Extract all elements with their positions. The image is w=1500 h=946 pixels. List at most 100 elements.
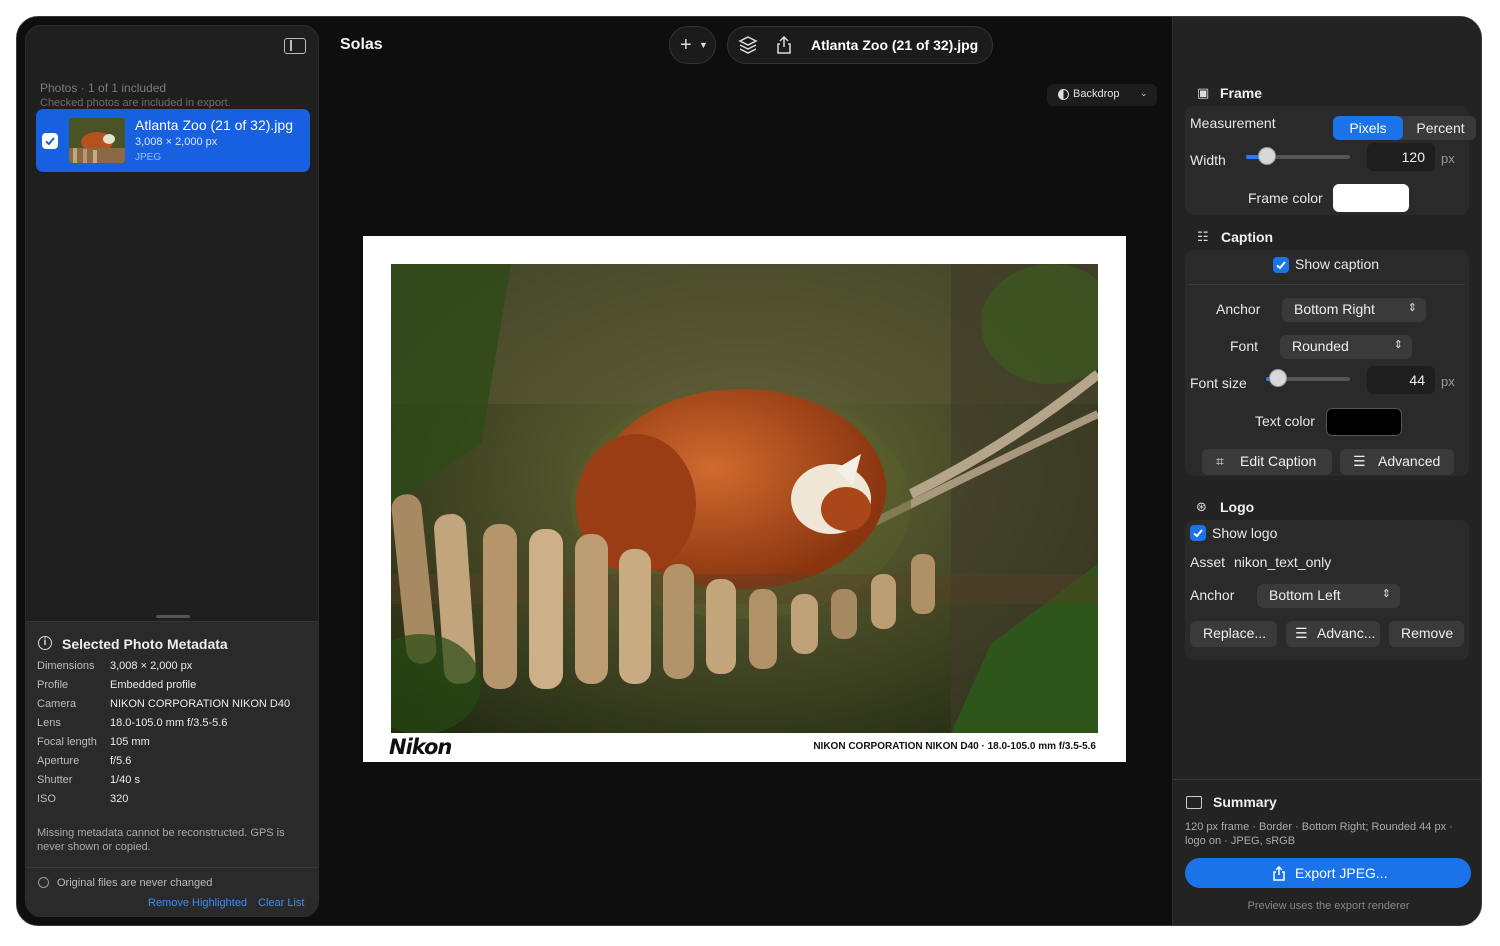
metadata-row: ISO 320 xyxy=(37,793,317,809)
frame-icon: ▣ xyxy=(1197,85,1210,100)
logo-advanced-label: Advanc... xyxy=(1317,625,1376,641)
photo-name: Atlanta Zoo (21 of 32).jpg xyxy=(135,117,293,133)
caption-section: Show caption Anchor Bottom Right ⇕ Font … xyxy=(1185,250,1469,476)
width-unit: px xyxy=(1441,151,1455,166)
summary-text: 120 px frame · Border · Bottom Right; Ro… xyxy=(1185,821,1453,847)
plus-icon: + xyxy=(680,34,692,56)
caption-advanced-button[interactable]: ☰ Advanced xyxy=(1340,449,1454,475)
logo-icon: ⊛ xyxy=(1196,499,1207,514)
metadata-value: 18.0-105.0 mm f/3.5-5.6 xyxy=(110,717,228,729)
metadata-value: f/5.6 xyxy=(110,755,132,767)
caption-anchor-popup[interactable]: Bottom Right ⇕ xyxy=(1282,298,1426,322)
caption-title: Caption xyxy=(1221,229,1274,245)
show-logo-checkbox[interactable] xyxy=(1190,525,1206,541)
font-size-slider[interactable] xyxy=(1266,369,1350,387)
logo-anchor-label: Anchor xyxy=(1190,587,1235,603)
measurement-pixels-option[interactable]: Pixels xyxy=(1333,116,1403,140)
edit-caption-button[interactable]: ⌗ Edit Caption xyxy=(1202,449,1332,475)
photo-type: JPEG xyxy=(135,152,162,163)
logo-anchor-popup[interactable]: Bottom Left ⇕ xyxy=(1257,584,1400,608)
tag-icon: ⌗ xyxy=(1216,453,1224,469)
logo-title: Logo xyxy=(1220,499,1255,515)
metadata-value: 320 xyxy=(110,793,129,805)
clear-list-link[interactable]: Clear List xyxy=(258,897,304,909)
sidebar: Photos · 1 of 1 included Checked photos … xyxy=(25,25,319,917)
metadata-note: Missing metadata cannot be reconstructed… xyxy=(37,827,285,853)
width-field[interactable]: 120 xyxy=(1367,143,1435,171)
metadata-row: Shutter 1/40 s xyxy=(37,774,317,790)
metadata-row: Focal length 105 mm xyxy=(37,736,317,752)
divider xyxy=(1189,284,1465,285)
caption-icon: ☷ xyxy=(1197,229,1209,244)
text-color-well[interactable] xyxy=(1326,408,1402,436)
add-menu-button[interactable]: + ▼ xyxy=(669,26,716,64)
metadata-key: Lens xyxy=(37,717,61,729)
document-title: Atlanta Zoo (21 of 32).jpg xyxy=(811,37,979,53)
logo-advanced-button[interactable]: ☰ Advanc... xyxy=(1286,621,1380,647)
measurement-segmented-control[interactable]: Pixels Percent xyxy=(1333,116,1476,140)
export-jpeg-button[interactable]: Export JPEG... xyxy=(1185,858,1471,888)
photos-header: Photos · 1 of 1 included xyxy=(40,81,167,95)
logo-overlay: Nikon xyxy=(389,735,452,759)
replace-logo-label: Replace... xyxy=(1203,625,1267,641)
photo-list-item[interactable]: Atlanta Zoo (21 of 32).jpg 3,008 × 2,000… xyxy=(36,109,310,172)
remove-logo-button[interactable]: Remove xyxy=(1389,621,1464,647)
slider-knob[interactable] xyxy=(1268,369,1287,387)
export-jpeg-label: Export JPEG... xyxy=(1295,865,1388,881)
show-logo-label: Show logo xyxy=(1212,525,1278,541)
text-color-label: Text color xyxy=(1255,413,1315,429)
font-size-field[interactable]: 44 xyxy=(1367,366,1435,394)
sidebar-toggle-icon[interactable] xyxy=(284,38,306,54)
document-toolbar: Atlanta Zoo (21 of 32).jpg xyxy=(727,26,993,64)
metadata-row: Aperture f/5.6 xyxy=(37,755,317,771)
inspector-panel: ▣ Frame Measurement Pixels Percent Width… xyxy=(1172,17,1481,925)
photo-dimensions: 3,008 × 2,000 px xyxy=(135,136,218,148)
updown-chevron-icon: ⇕ xyxy=(1407,302,1417,314)
frame-color-well[interactable] xyxy=(1333,184,1409,212)
app-title: Solas xyxy=(340,36,383,53)
logo-section: Show logo Asset nikon_text_only Anchor B… xyxy=(1185,520,1469,660)
photo-include-checkbox[interactable] xyxy=(42,133,58,149)
edit-caption-label: Edit Caption xyxy=(1240,453,1317,469)
metadata-key: Focal length xyxy=(37,736,97,748)
share-icon[interactable] xyxy=(775,35,793,55)
share-icon xyxy=(1273,866,1285,881)
layers-icon[interactable] xyxy=(738,35,758,55)
metadata-value: Embedded profile xyxy=(110,679,197,691)
app-window: Photos · 1 of 1 included Checked photos … xyxy=(16,16,1482,926)
photo-thumbnail xyxy=(69,118,125,163)
font-popup[interactable]: Rounded ⇕ xyxy=(1280,335,1412,359)
shield-icon xyxy=(38,877,49,888)
info-icon: i xyxy=(38,636,52,650)
show-caption-checkbox[interactable] xyxy=(1273,257,1289,273)
metadata-row: Camera NIKON CORPORATION NIKON D40 xyxy=(37,698,317,714)
caption-overlay: NIKON CORPORATION NIKON D40 · 18.0-105.0… xyxy=(813,741,1096,752)
sliders-icon: ☰ xyxy=(1353,453,1366,469)
chevron-down-icon: ▼ xyxy=(699,40,708,50)
metadata-row: Dimensions 3,008 × 2,000 px xyxy=(37,660,317,676)
contrast-icon xyxy=(1058,89,1069,100)
measurement-percent-option[interactable]: Percent xyxy=(1405,116,1476,140)
summary-title: Summary xyxy=(1213,794,1277,810)
divider xyxy=(26,867,318,868)
metadata-key: Shutter xyxy=(37,774,73,786)
metadata-key: Dimensions xyxy=(37,660,95,672)
backdrop-menu[interactable]: Backdrop ⌄ xyxy=(1047,84,1157,106)
metadata-value: 1/40 s xyxy=(110,774,140,786)
metadata-key: ISO xyxy=(37,793,56,805)
remove-logo-label: Remove xyxy=(1401,625,1454,641)
width-slider[interactable] xyxy=(1246,147,1350,165)
summary-icon xyxy=(1186,796,1202,809)
remove-highlighted-link[interactable]: Remove Highlighted xyxy=(148,897,247,909)
split-view-handle[interactable] xyxy=(156,615,190,618)
slider-knob[interactable] xyxy=(1257,147,1276,165)
frame-color-label: Frame color xyxy=(1248,190,1323,206)
replace-logo-button[interactable]: Replace... xyxy=(1190,621,1277,647)
metadata-row: Profile Embedded profile xyxy=(37,679,317,695)
caption-anchor-value: Bottom Right xyxy=(1294,301,1375,317)
frame-title: Frame xyxy=(1220,85,1263,101)
show-caption-label: Show caption xyxy=(1295,256,1380,272)
width-label: Width xyxy=(1190,152,1226,168)
preview-note: Preview uses the export renderer xyxy=(1247,900,1410,912)
metadata-row: Lens 18.0-105.0 mm f/3.5-5.6 xyxy=(37,717,317,733)
